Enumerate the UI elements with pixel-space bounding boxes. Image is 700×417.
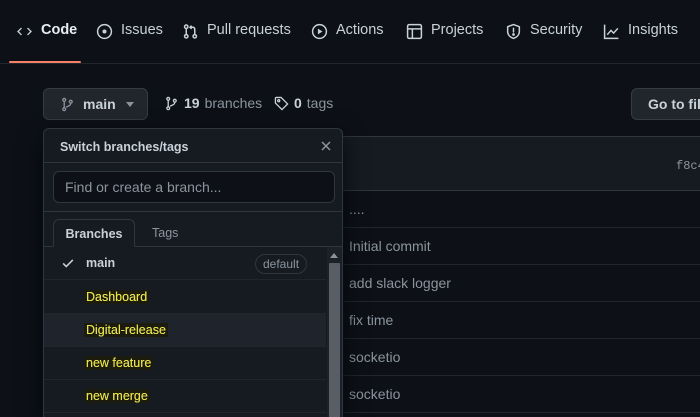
graph-icon (603, 24, 619, 40)
tab-insights-label: Insights (628, 22, 678, 38)
branch-item-new-feature[interactable]: new feature (44, 347, 326, 380)
tab-pull-requests-label: Pull requests (207, 22, 291, 38)
tab-tags[interactable]: Tags (152, 226, 178, 240)
tags-count: 0 (294, 95, 302, 111)
tab-actions[interactable]: Actions (311, 22, 384, 58)
branch-name: new feature (84, 356, 154, 370)
tag-icon (274, 96, 289, 111)
current-branch-label: main (83, 96, 116, 112)
code-icon (17, 27, 32, 36)
repo-nav: Code Issues Pull requests Actions Projec… (0, 0, 700, 64)
divider (44, 211, 342, 212)
tab-issues-label: Issues (121, 22, 163, 38)
file-list: f8c4 .... Initial commit add slack logge… (342, 136, 700, 417)
branch-name: main (86, 256, 116, 270)
branch-name: new merge (84, 389, 150, 403)
close-icon[interactable] (318, 138, 334, 154)
tab-branches[interactable]: Branches (53, 219, 135, 247)
commit-message[interactable]: Initial commit (342, 228, 700, 265)
commit-message[interactable]: .... (342, 191, 700, 228)
tags-link[interactable]: 0 tags (274, 95, 333, 111)
tab-projects-label: Projects (431, 22, 484, 38)
tags-label: tags (306, 95, 334, 111)
branch-item-main[interactable]: main default (44, 247, 326, 280)
branch-icon (166, 96, 177, 110)
scroll-thumb[interactable] (329, 263, 340, 417)
tab-security-label: Security (530, 22, 583, 38)
tab-security[interactable]: Security (505, 22, 582, 58)
branch-search-input[interactable] (53, 171, 335, 203)
branch-name: Digital-release (84, 323, 168, 337)
branch-item-new-merge[interactable]: new merge (44, 380, 326, 413)
branch-item-digital-release[interactable]: Digital-release (44, 314, 326, 347)
tab-insights[interactable]: Insights (603, 22, 678, 58)
branch-name: Dashboard (84, 290, 150, 304)
go-to-file-button[interactable]: Go to file (631, 88, 700, 120)
active-tab-indicator (9, 61, 81, 63)
tab-code-label: Code (41, 22, 78, 38)
chevron-down-icon (125, 101, 134, 107)
scroll-up-arrow-icon[interactable] (330, 253, 338, 258)
dropdown-title: Switch branches/tags (60, 140, 189, 154)
branch-item-dashboard[interactable]: Dashboard (44, 281, 326, 314)
branch-switcher-dropdown: Switch branches/tags Branches Tags main … (43, 128, 343, 417)
branch-icon (62, 97, 73, 111)
branch-select-button[interactable]: main (43, 88, 148, 120)
check-icon (62, 259, 74, 268)
shield-icon (506, 23, 521, 40)
tab-actions-label: Actions (336, 22, 384, 38)
commit-message[interactable]: socketio (342, 339, 700, 376)
play-icon (311, 23, 328, 40)
branch-list-scrollbar[interactable] (327, 247, 342, 417)
tab-code[interactable]: Code (16, 22, 77, 58)
tab-projects[interactable]: Projects (406, 22, 483, 58)
branches-count: 19 (184, 95, 200, 111)
commit-message[interactable]: socketio (342, 376, 700, 413)
commit-message[interactable]: add slack logger (342, 265, 700, 302)
commit-message[interactable]: fix time (342, 302, 700, 339)
tab-pull-requests[interactable]: Pull requests (182, 22, 291, 58)
default-badge: default (255, 254, 308, 274)
tab-issues[interactable]: Issues (96, 22, 163, 58)
issue-icon (96, 23, 113, 40)
pull-request-icon (183, 24, 198, 39)
commit-sha[interactable]: f8c4 (676, 159, 700, 173)
latest-commit-header: f8c4 (342, 137, 700, 191)
branches-link[interactable]: 19 branches (164, 95, 262, 111)
divider (44, 162, 342, 163)
branches-label: branches (204, 95, 263, 111)
table-icon (406, 23, 423, 40)
